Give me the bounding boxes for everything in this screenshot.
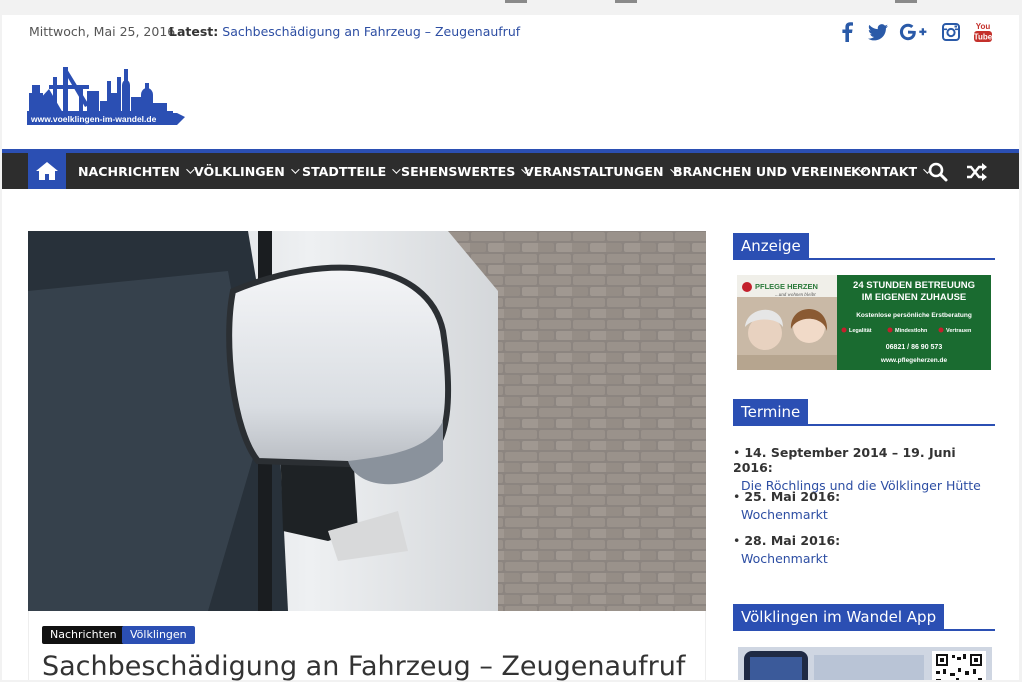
ad-widget: Anzeige PFLEGE HERZEN ...und wohnen blei… <box>733 233 995 373</box>
main-navigation: NACHRICHTEN VÖLKLINGEN STADTTEILE SEHENS… <box>2 149 1019 189</box>
top-ad-fragment <box>615 0 637 3</box>
event-item: • 25. Mai 2016: Wochenmarkt <box>733 489 840 522</box>
facebook-icon[interactable] <box>834 20 860 44</box>
ad-headline-1: 24 STUNDEN BETREUUNG <box>853 280 975 291</box>
widget-title: Völklingen im Wandel App <box>733 604 995 631</box>
svg-text:You: You <box>976 22 991 31</box>
nav-item-stadtteile[interactable]: STADTTEILE <box>302 153 401 189</box>
post-title[interactable]: Sachbeschädigung an Fahrzeug – Zeugenauf… <box>42 651 685 682</box>
ad-bullet: Legalität <box>849 328 872 334</box>
ad-phone: 06821 / 86 90 573 <box>886 344 943 351</box>
latest-news-link[interactable]: Sachbeschädigung an Fahrzeug – Zeugenauf… <box>222 24 520 39</box>
logo-text: www.voelklingen-im-wandel.de <box>30 114 157 124</box>
twitter-icon[interactable] <box>865 20 891 44</box>
bullet: • <box>733 533 745 548</box>
nav-item-kontakt[interactable]: KONTAKT <box>851 153 932 189</box>
latest-news: Latest: Sachbeschädigung an Fahrzeug – Z… <box>169 24 520 39</box>
top-ad-fragment <box>505 0 527 3</box>
event-link[interactable]: Wochenmarkt <box>741 551 840 566</box>
search-icon[interactable] <box>927 161 949 183</box>
shuffle-icon[interactable] <box>965 161 987 183</box>
app-widget: Völklingen im Wandel App <box>733 604 995 680</box>
widget-title: Termine <box>733 399 995 426</box>
category-badge-nachrichten[interactable]: Nachrichten <box>42 626 125 644</box>
nav-item-branchen-und-vereine[interactable]: BRANCHEN UND VEREINE <box>673 153 867 189</box>
chevron-down-icon <box>392 165 401 174</box>
nav-label: VÖLKLINGEN <box>194 163 285 179</box>
ad-tagline: ...und wohnen bleibt <box>775 293 816 298</box>
nav-item-voelklingen[interactable]: VÖLKLINGEN <box>194 153 300 189</box>
svg-text:Tube: Tube <box>974 33 993 42</box>
nav-label: NACHRICHTEN <box>78 163 180 179</box>
event-item: • 14. September 2014 – 19. Juni 2016: Di… <box>733 445 995 493</box>
pflegeherzen-ad[interactable]: PFLEGE HERZEN ...und wohnen bleibt 24 ST… <box>737 275 991 370</box>
top-ad-fragment <box>895 0 917 3</box>
category-badge-voelklingen[interactable]: Völklingen <box>122 626 195 644</box>
event-item: • 28. Mai 2016: Wochenmarkt <box>733 533 840 566</box>
youtube-icon[interactable]: You Tube <box>970 20 996 44</box>
widget-title: Anzeige <box>733 233 995 260</box>
event-date: 28. Mai 2016: <box>744 533 841 548</box>
ad-sub: Kostenlose persönliche Erstberatung <box>856 312 972 319</box>
header-top-bar: Mittwoch, Mai 25, 2016 Latest: Sachbesch… <box>29 15 994 49</box>
social-links: You Tube <box>834 20 994 44</box>
latest-label: Latest: <box>169 24 219 39</box>
nav-item-veranstaltungen[interactable]: VERANSTALTUNGEN <box>524 153 679 189</box>
bullet: • <box>733 489 745 504</box>
ad-url: www.pflegeherzen.de <box>880 357 948 364</box>
nav-item-nachrichten[interactable]: NACHRICHTEN <box>78 153 195 189</box>
current-date: Mittwoch, Mai 25, 2016 <box>29 24 176 39</box>
google-plus-icon[interactable] <box>898 20 928 44</box>
post-meta: Nachrichten Völklingen Sachbeschädigung … <box>28 611 706 682</box>
ad-bullet: Mindestlohn <box>895 328 928 334</box>
ad-brand: PFLEGE HERZEN <box>755 282 818 291</box>
event-date: 14. September 2014 – 19. Juni 2016: <box>733 445 956 475</box>
widget-title-label: Anzeige <box>733 233 809 260</box>
nav-item-sehenswertes[interactable]: SEHENSWERTES <box>401 153 530 189</box>
home-icon <box>36 162 58 180</box>
events-widget: Termine • 14. September 2014 – 19. Juni … <box>733 399 995 579</box>
nav-label: KONTAKT <box>851 163 918 179</box>
home-button[interactable] <box>28 153 66 189</box>
site-logo[interactable]: www.voelklingen-im-wandel.de <box>27 63 185 129</box>
event-link[interactable]: Wochenmarkt <box>741 507 840 522</box>
instagram-icon[interactable] <box>938 20 964 44</box>
event-date: 25. Mai 2016: <box>744 489 841 504</box>
nav-label: BRANCHEN UND VEREINE <box>673 163 852 179</box>
widget-title-label: Völklingen im Wandel App <box>733 604 945 631</box>
ad-headline-2: IM EIGENEN ZUHAUSE <box>862 292 967 303</box>
nav-label: SEHENSWERTES <box>401 163 516 179</box>
featured-image[interactable] <box>28 231 706 611</box>
ad-bullet: Vertrauen <box>946 328 972 334</box>
bullet: • <box>733 445 745 460</box>
page-wrapper: Mittwoch, Mai 25, 2016 Latest: Sachbesch… <box>2 15 1019 682</box>
top-ad-strip <box>0 0 1022 15</box>
chevron-down-icon <box>290 165 300 174</box>
nav-label: VERANSTALTUNGEN <box>524 163 664 179</box>
widget-title-label: Termine <box>733 399 809 426</box>
nav-label: STADTTEILE <box>302 163 387 179</box>
app-promo-image[interactable] <box>738 647 992 680</box>
